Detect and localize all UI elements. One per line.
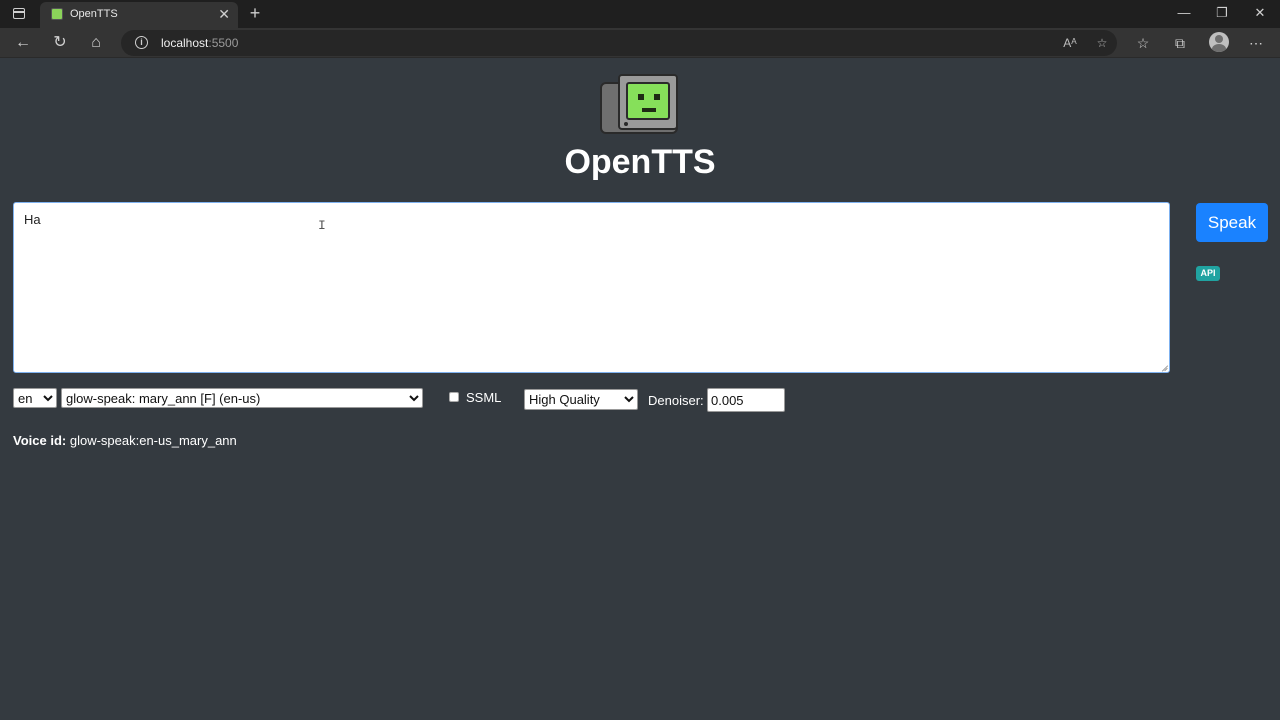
resize-handle-icon[interactable]: [1160, 363, 1168, 371]
window-close-icon[interactable]: ✕: [1250, 4, 1270, 22]
tab-actions-icon[interactable]: [8, 5, 30, 23]
profile-avatar-icon[interactable]: [1209, 32, 1229, 52]
favorites-icon[interactable]: ☆: [1132, 32, 1154, 54]
browser-tab-bar: OpenTTS ✕ + — ❐ ✕: [0, 0, 1280, 28]
opentts-logo-icon: [600, 74, 680, 136]
url-host: localhost: [161, 36, 209, 50]
ssml-label: SSML: [466, 390, 502, 405]
language-select[interactable]: en: [13, 388, 57, 408]
denoiser-input[interactable]: [707, 388, 785, 412]
voice-id-value: glow-speak:en-us_mary_ann: [69, 433, 237, 448]
denoiser-label: Denoiser:: [648, 393, 704, 408]
more-options-icon[interactable]: ⋯: [1245, 32, 1267, 54]
browser-tab[interactable]: OpenTTS ✕: [40, 2, 238, 28]
home-icon[interactable]: ⌂: [85, 32, 107, 54]
refresh-icon[interactable]: ↻: [49, 32, 71, 54]
voice-select[interactable]: glow-speak: mary_ann [F] (en-us): [61, 388, 423, 408]
site-info-icon[interactable]: i: [135, 36, 148, 49]
text-cursor-icon: I: [318, 218, 326, 233]
address-bar[interactable]: i localhost:5500 Aᴬ ☆: [121, 30, 1117, 56]
speak-button[interactable]: Speak: [1196, 203, 1268, 242]
tab-title: OpenTTS: [70, 8, 118, 20]
api-badge[interactable]: API: [1196, 266, 1220, 281]
opentts-favicon-icon: [51, 8, 63, 20]
tab-close-icon[interactable]: ✕: [218, 6, 230, 22]
read-aloud-icon[interactable]: Aᴬ: [1061, 34, 1079, 52]
collections-icon[interactable]: ⧉: [1169, 32, 1191, 54]
page-title: OpenTTS: [564, 143, 716, 181]
new-tab-icon[interactable]: +: [246, 3, 264, 23]
add-favorite-icon[interactable]: ☆: [1093, 34, 1111, 52]
restore-icon[interactable]: ❐: [1212, 4, 1232, 22]
text-input[interactable]: [13, 202, 1170, 373]
browser-toolbar: ← ↻ ⌂ i localhost:5500 Aᴬ ☆ ☆ ⧉ ⋯: [0, 28, 1280, 58]
minimize-icon[interactable]: —: [1174, 4, 1194, 22]
quality-select[interactable]: High Quality: [524, 389, 638, 410]
url-text[interactable]: localhost:5500: [161, 36, 238, 50]
url-port: :5500: [208, 36, 239, 50]
back-icon[interactable]: ←: [12, 32, 34, 54]
voice-id-label: Voice id:: [13, 433, 67, 448]
voice-id: Voice id: glow-speak:en-us_mary_ann: [13, 433, 237, 448]
ssml-checkbox[interactable]: [449, 392, 459, 402]
